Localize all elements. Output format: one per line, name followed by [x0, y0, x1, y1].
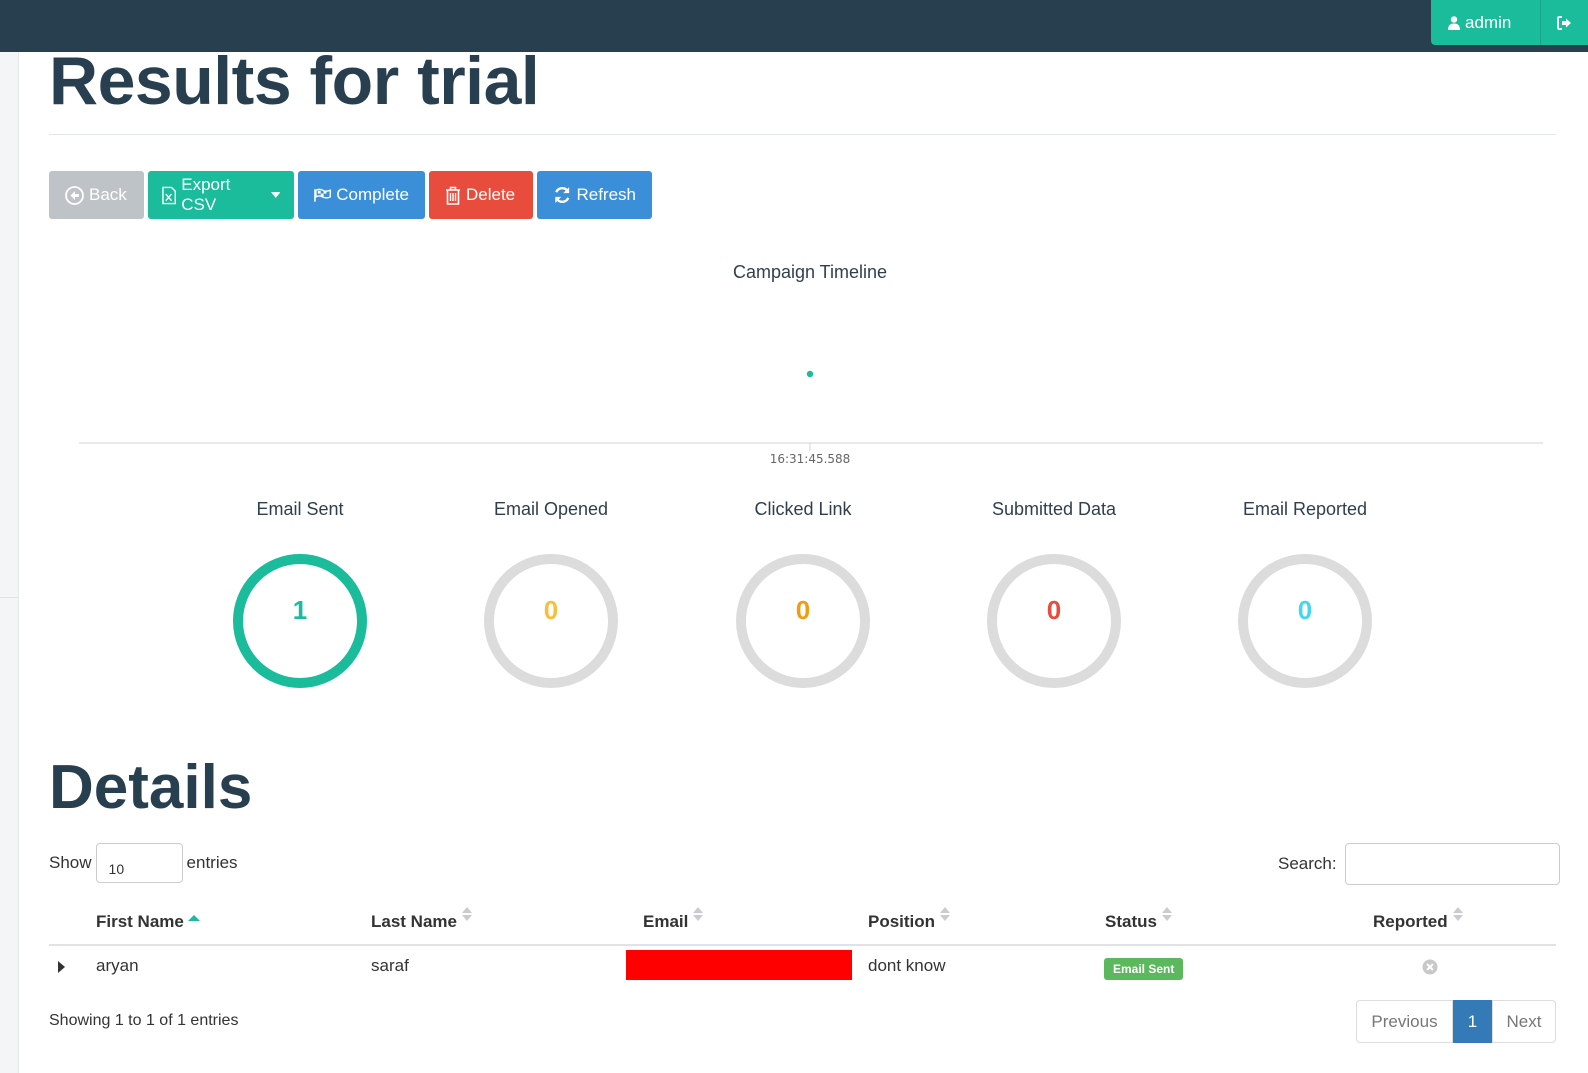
- stat-label: Submitted Data: [991, 499, 1117, 519]
- entries-label: entries: [186, 853, 238, 872]
- logout-button[interactable]: [1541, 0, 1588, 45]
- sort-icon: [1452, 907, 1463, 921]
- stat-value: 0: [1297, 595, 1313, 625]
- export-csv-label: Export CSV: [181, 175, 231, 214]
- flag-checkered-icon: [314, 188, 331, 202]
- cell-first-name: aryan: [96, 956, 139, 975]
- trash-icon: [446, 186, 460, 205]
- details-heading: Details: [49, 753, 253, 822]
- caret-down-icon: [270, 192, 280, 198]
- user-icon: [1448, 15, 1460, 30]
- stat-label: Email Reported: [1242, 499, 1368, 519]
- column-label: Last Name: [371, 912, 457, 931]
- sign-out-icon: [1557, 15, 1571, 30]
- timeline-event-point[interactable]: [806, 370, 814, 378]
- results-table-header: First Name Last Name Email Position Stat…: [49, 898, 1556, 946]
- sort-icon: [693, 907, 704, 921]
- file-excel-icon: [162, 186, 176, 204]
- timeline-tick-label: 16:31:45.588: [769, 452, 851, 466]
- search-input[interactable]: [1344, 843, 1560, 885]
- page-title: Results for trial: [49, 43, 540, 119]
- column-label: Reported: [1373, 912, 1448, 931]
- table-info: Showing 1 to 1 of 1 entries: [49, 1012, 239, 1029]
- table-row: aryan saraf dont know Email Sent: [49, 946, 1556, 989]
- column-position[interactable]: Position: [868, 907, 951, 932]
- stat-email-sent: Email Sent 1: [200, 497, 400, 691]
- stat-value: 1: [292, 595, 308, 625]
- stat-email-opened: Email Opened 0: [451, 497, 651, 691]
- column-first-name[interactable]: First Name: [96, 908, 200, 932]
- search-label: Search:: [1278, 854, 1337, 873]
- cell-position: dont know: [868, 956, 946, 975]
- column-label: First Name: [96, 912, 184, 931]
- stat-submitted-data: Submitted Data 0: [954, 497, 1154, 691]
- back-button[interactable]: Back: [49, 171, 144, 219]
- sort-icon: [461, 907, 472, 921]
- previous-page-button[interactable]: Previous: [1356, 1000, 1453, 1043]
- show-label: Show: [49, 853, 92, 872]
- cell-email-redacted: [626, 950, 852, 980]
- user-menu: admin: [1431, 0, 1588, 45]
- back-label: Back: [89, 185, 127, 204]
- complete-button[interactable]: Complete: [298, 171, 425, 219]
- title-divider: [49, 134, 1556, 135]
- page-length-control: Show entries: [49, 843, 238, 883]
- arrow-circle-left-icon: [65, 185, 84, 205]
- page-1-button[interactable]: 1: [1453, 1000, 1492, 1043]
- expand-row-icon[interactable]: [58, 961, 65, 973]
- campaign-timeline-chart: [79, 370, 1543, 451]
- admin-username: admin: [1465, 12, 1512, 32]
- stat-value: 0: [1046, 595, 1062, 625]
- sort-icon: [1161, 907, 1172, 921]
- complete-label: Complete: [336, 185, 409, 204]
- stat-label: Email Opened: [493, 499, 609, 519]
- not-reported-icon: [1422, 959, 1438, 975]
- refresh-icon: [555, 186, 570, 204]
- stat-label: Email Sent: [256, 499, 344, 519]
- column-label: Email: [643, 912, 689, 931]
- campaign-toolbar: Back Export CSV Complete Delete Refresh: [49, 171, 652, 219]
- column-last-name[interactable]: Last Name: [371, 907, 473, 932]
- refresh-label: Refresh: [576, 185, 636, 204]
- column-email[interactable]: Email: [643, 907, 704, 932]
- stat-clicked-link: Clicked Link 0: [703, 497, 903, 691]
- refresh-button[interactable]: Refresh: [537, 171, 652, 219]
- stat-value: 0: [795, 595, 811, 625]
- sidebar-edge: [0, 52, 19, 1073]
- sort-ascending-icon: [187, 915, 200, 921]
- pagination: Previous 1 Next: [1356, 1000, 1556, 1043]
- table-search: Search:: [1278, 843, 1560, 885]
- stat-value: 0: [543, 595, 559, 625]
- column-status[interactable]: Status: [1105, 907, 1173, 932]
- column-label: Status: [1105, 912, 1157, 931]
- page-length-select[interactable]: [95, 843, 183, 883]
- stat-label: Clicked Link: [754, 499, 852, 519]
- cell-last-name: saraf: [371, 956, 409, 975]
- next-page-button[interactable]: Next: [1492, 1000, 1556, 1043]
- column-reported[interactable]: Reported: [1373, 907, 1464, 932]
- delete-label: Delete: [466, 185, 516, 204]
- export-csv-button[interactable]: Export CSV: [148, 171, 294, 219]
- column-label: Position: [868, 912, 936, 931]
- sort-icon: [940, 907, 951, 921]
- timeline-title: Campaign Timeline: [732, 262, 888, 282]
- status-badge: Email Sent: [1104, 958, 1184, 980]
- stat-email-reported: Email Reported 0: [1205, 497, 1405, 691]
- admin-user-button[interactable]: admin: [1431, 0, 1541, 45]
- delete-button[interactable]: Delete: [429, 171, 533, 219]
